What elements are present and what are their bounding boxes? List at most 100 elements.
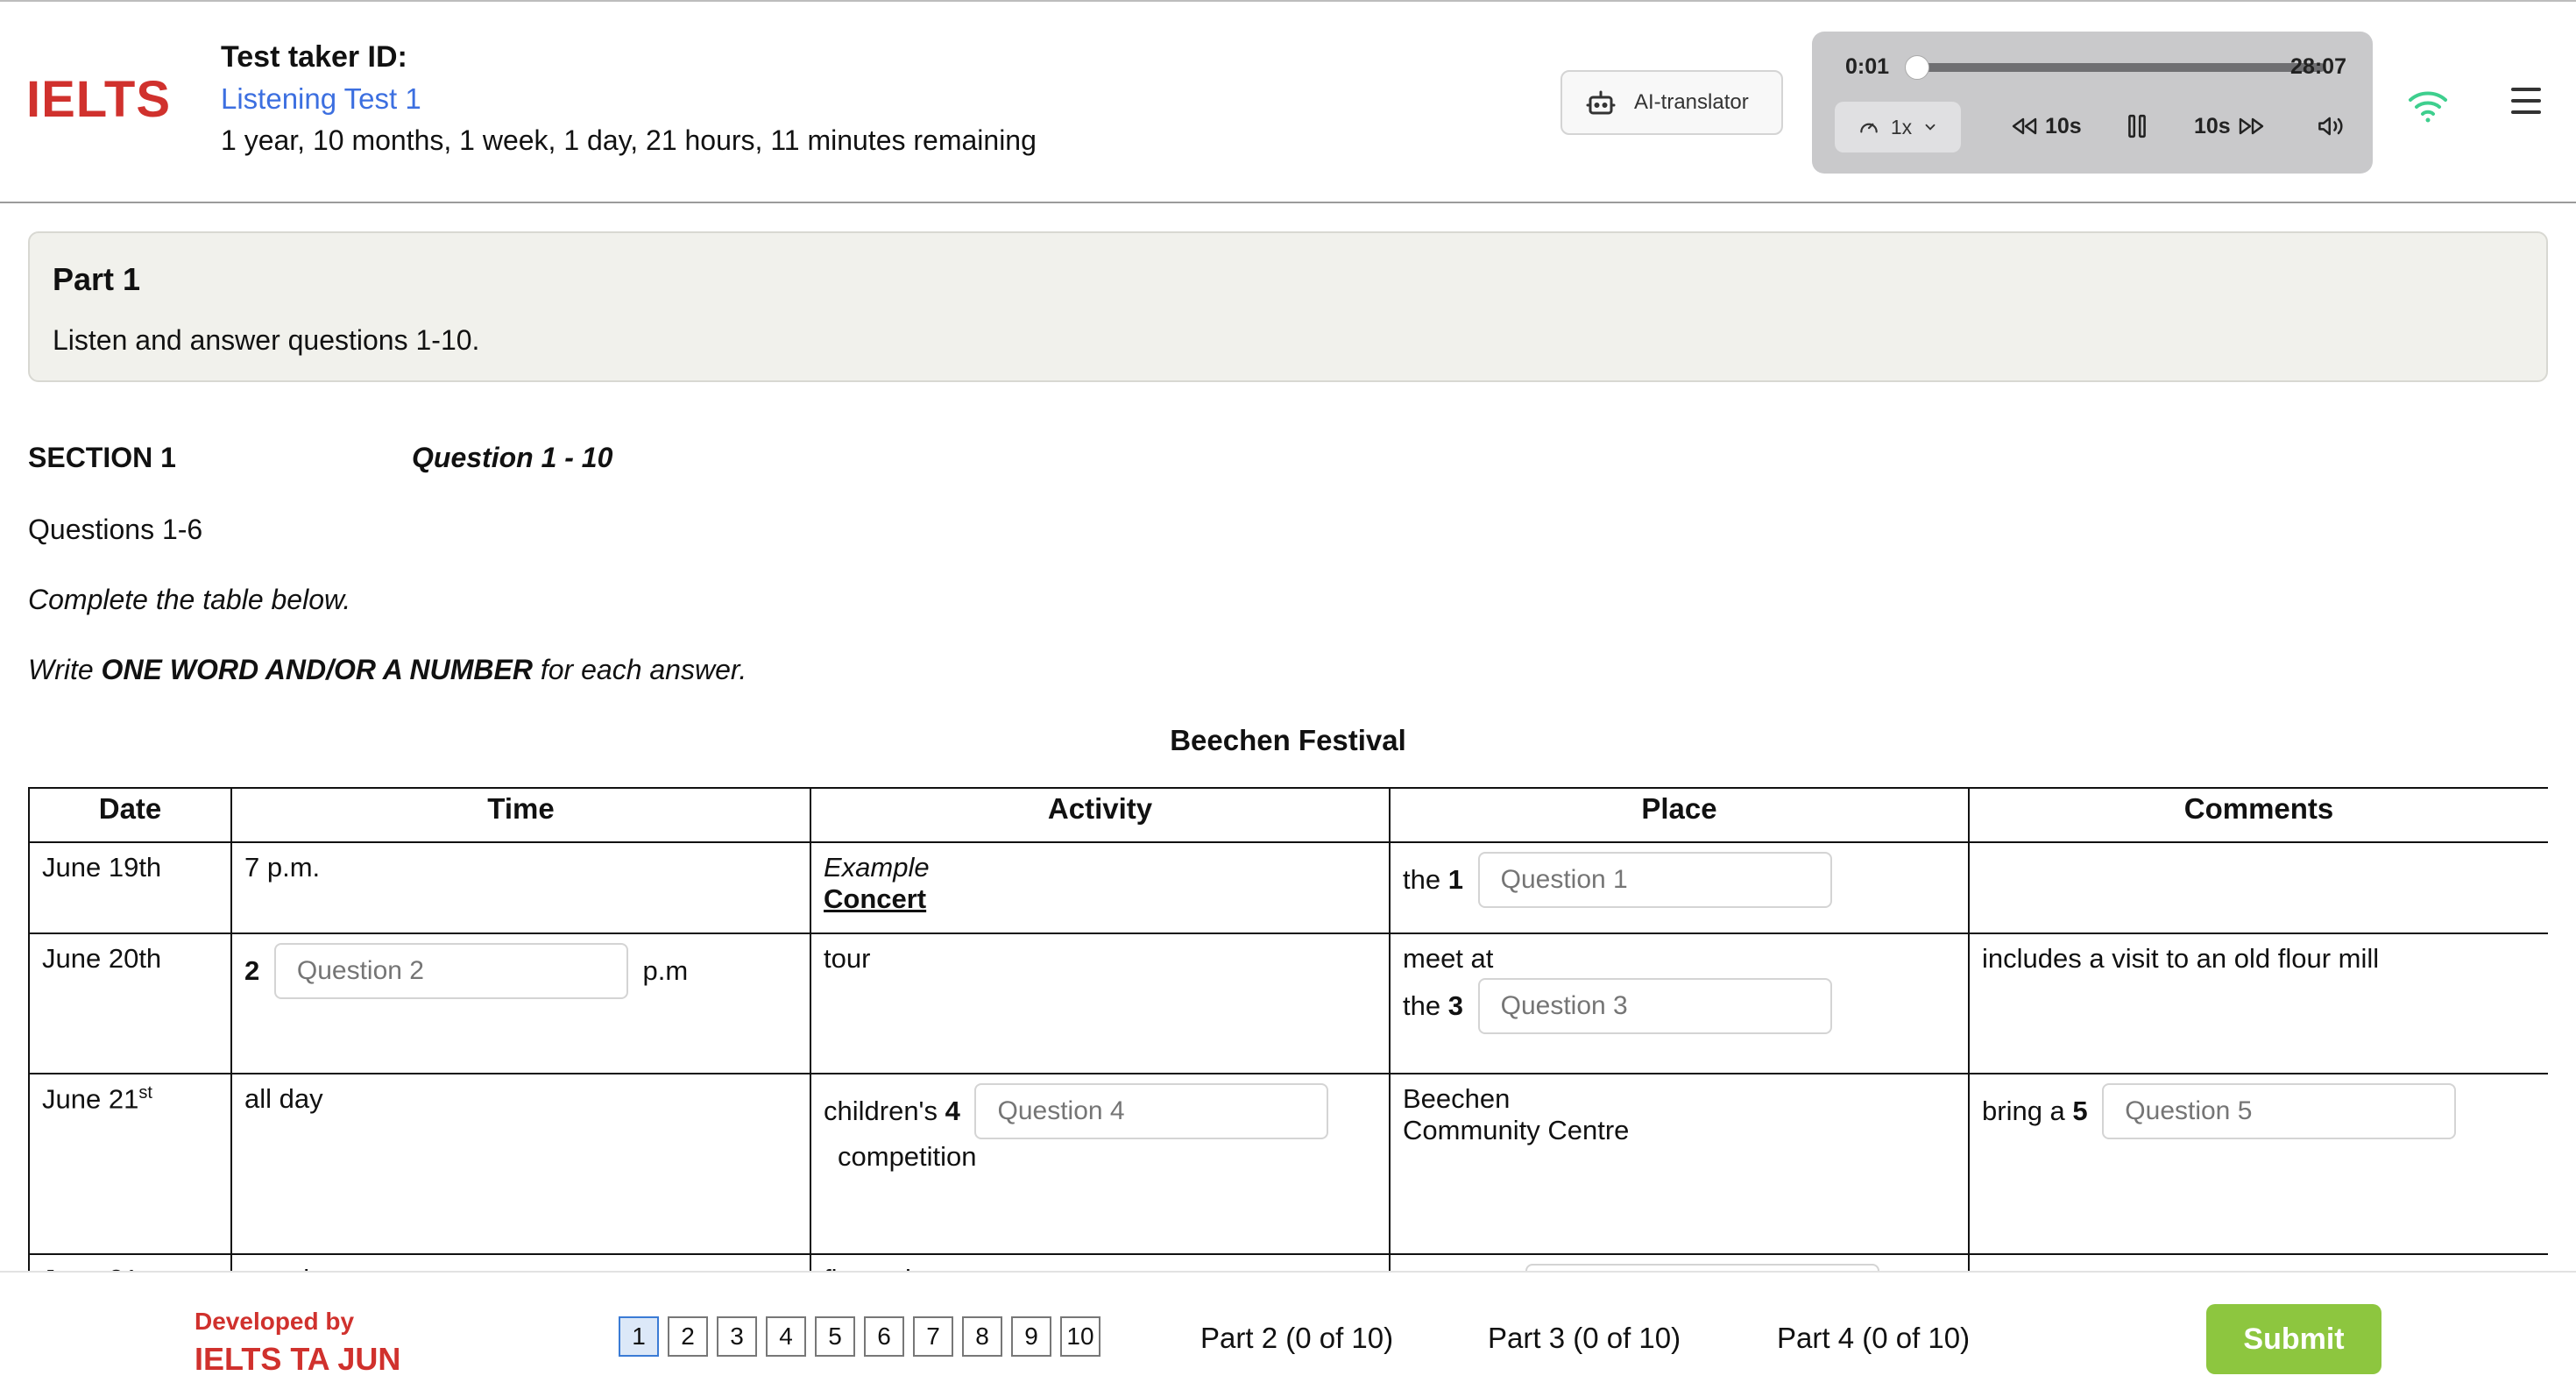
ai-translator-label: AI-translator — [1634, 90, 1749, 114]
current-time: 0:01 — [1845, 54, 1890, 79]
table-row: June 20th 2 p.m tour meet at the 3 inclu… — [28, 933, 2548, 1074]
example-answer: Concert — [824, 883, 927, 914]
cell-time: all day — [230, 1073, 811, 1255]
complete-instruction: Complete the table below. — [28, 584, 351, 615]
part-banner: Part 1 Listen and answer questions 1-10. — [28, 231, 2548, 382]
cell-place: meet at the 3 — [1389, 933, 1970, 1074]
question-number: 2 — [244, 955, 260, 986]
cell-place: the 1 — [1389, 841, 1970, 934]
test-info: Test taker ID: Listening Test 1 1 year, … — [221, 40, 1037, 167]
cell-comments — [1968, 1253, 2548, 1271]
footer: Developed by IELTS TA JUN 1 2 3 4 5 6 7 … — [0, 1271, 2576, 1397]
part-4-nav[interactable]: Part 4 (0 of 10) — [1777, 1322, 1970, 1355]
answer-input-4[interactable] — [974, 1083, 1329, 1139]
table-header: Time — [230, 787, 811, 843]
volume-icon — [2318, 117, 2343, 136]
fast-forward-icon — [2239, 117, 2263, 135]
part-3-nav[interactable]: Part 3 (0 of 10) — [1488, 1322, 1681, 1355]
answer-input-1[interactable] — [1477, 852, 1832, 908]
question-nav-button[interactable]: 4 — [766, 1316, 806, 1357]
part-2-nav[interactable]: Part 2 (0 of 10) — [1200, 1322, 1393, 1355]
cell-activity: children's 4 competition — [810, 1073, 1391, 1255]
volume-button[interactable] — [2317, 107, 2346, 145]
answer-input-5[interactable] — [2102, 1083, 2457, 1139]
question-nav-button[interactable]: 1 — [619, 1316, 659, 1357]
question-nav-button[interactable]: 3 — [717, 1316, 757, 1357]
cell-activity: fireworks — [810, 1253, 1391, 1271]
section-title: SECTION 1 — [28, 442, 176, 473]
cell-time: evening — [230, 1253, 811, 1271]
table-row: June 21st all day children's 4 competiti… — [28, 1073, 2548, 1255]
cell-date: June 19th — [28, 841, 232, 934]
question-nav-button[interactable]: 8 — [962, 1316, 1002, 1357]
ielts-logo: IELTS — [26, 71, 172, 128]
hamburger-menu-icon[interactable] — [2511, 88, 2543, 114]
developer-credit: Developed by IELTS TA JUN — [195, 1308, 401, 1377]
write-instruction: Write ONE WORD AND/OR A NUMBER for each … — [28, 654, 747, 685]
part-instruction: Listen and answer questions 1-10. — [53, 324, 480, 356]
rewind-icon — [2012, 117, 2037, 135]
answer-input-6[interactable] — [1525, 1264, 1879, 1271]
cell-activity: tour — [810, 933, 1391, 1074]
section-question-range: Question 1 - 10 — [412, 442, 613, 473]
test-taker-id: Test taker ID: — [221, 40, 407, 74]
question-nav-button[interactable]: 5 — [815, 1316, 855, 1357]
answer-input-2[interactable] — [273, 943, 628, 999]
rewind-label: 10s — [2045, 113, 2082, 138]
cell-time: 7 p.m. — [230, 841, 811, 934]
question-navigator: 1 2 3 4 5 6 7 8 9 10 — [619, 1316, 1100, 1357]
question-number: 5 — [2072, 1096, 2088, 1126]
questions-subrange: Questions 1-6 — [28, 514, 203, 545]
table-header-row: Date Time Activity Place Comments — [28, 787, 2548, 843]
cell-comments: includes a visit to an old flour mill — [1968, 933, 2548, 1074]
audio-player: 0:01 28:07 1x 10s 10s — [1812, 32, 2373, 174]
test-name[interactable]: Listening Test 1 — [221, 82, 1037, 124]
chevron-down-icon — [1925, 124, 1936, 131]
cell-date: June 20th — [28, 933, 232, 1074]
header-divider — [0, 202, 2576, 203]
question-number: 1 — [1447, 864, 1463, 895]
table-row: June 19th 7 p.m. Example Concert the 1 — [28, 841, 2548, 934]
cell-time: 2 p.m — [230, 933, 811, 1074]
forward-label: 10s — [2194, 113, 2231, 138]
robot-icon — [1586, 90, 1616, 115]
pause-icon — [2128, 114, 2146, 138]
header: IELTS Test taker ID: Listening Test 1 1 … — [0, 2, 2576, 202]
cell-activity: Example Concert — [810, 841, 1391, 934]
rewind-button[interactable]: 10s — [2010, 107, 2082, 145]
table-row: June 21st evening fireworks — [28, 1253, 2548, 1271]
table-header: Place — [1389, 787, 1970, 843]
table-header: Date — [28, 787, 232, 843]
cell-date: June 21st — [28, 1253, 232, 1271]
table-header: Comments — [1968, 787, 2548, 843]
answer-input-3[interactable] — [1477, 978, 1832, 1034]
question-nav-button[interactable]: 2 — [668, 1316, 708, 1357]
submit-button[interactable]: Submit — [2206, 1304, 2381, 1374]
speed-value: 1x — [1890, 115, 1913, 138]
speed-select[interactable]: 1x — [1835, 102, 1961, 152]
cell-place: Beechen Community Centre — [1389, 1073, 1970, 1255]
forward-button[interactable]: 10s — [2194, 107, 2266, 145]
progress-handle[interactable] — [1905, 55, 1929, 80]
question-number: 3 — [1447, 990, 1463, 1021]
part-title: Part 1 — [53, 261, 141, 297]
example-label: Example — [824, 852, 930, 883]
question-nav-button[interactable]: 7 — [913, 1316, 953, 1357]
time-remaining: 1 year, 10 months, 1 week, 1 day, 21 hou… — [221, 124, 1037, 156]
cell-place — [1389, 1253, 1970, 1271]
cell-comments — [1968, 841, 2548, 934]
question-table: Date Time Activity Place Comments June 1… — [28, 787, 2548, 1271]
cell-date: June 21st — [28, 1073, 232, 1255]
question-nav-button[interactable]: 6 — [864, 1316, 904, 1357]
question-nav-button[interactable]: 10 — [1060, 1316, 1100, 1357]
progress-track[interactable] — [1910, 63, 2325, 72]
question-nav-button[interactable]: 9 — [1011, 1316, 1051, 1357]
speed-gauge-icon — [1860, 123, 1878, 133]
ai-translator-button[interactable]: AI-translator — [1560, 70, 1783, 135]
total-time: 28:07 — [2290, 54, 2346, 79]
table-title: Beechen Festival — [1170, 724, 1406, 756]
question-number: 4 — [945, 1096, 960, 1126]
pause-button[interactable] — [2126, 107, 2148, 145]
cell-comments: bring a 5 — [1968, 1073, 2548, 1255]
table-header: Activity — [810, 787, 1391, 843]
